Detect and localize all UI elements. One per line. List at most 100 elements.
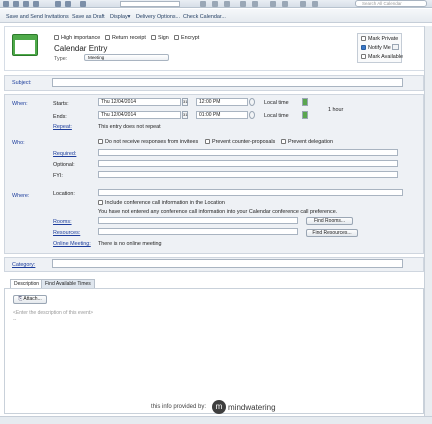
format-icon[interactable] — [240, 1, 246, 7]
category-link[interactable]: Category: — [12, 262, 35, 268]
starts-label: Starts: — [53, 101, 69, 107]
resources-link[interactable]: Resources: — [53, 230, 80, 236]
location-label: Location: — [53, 191, 75, 197]
toolbar-icon[interactable] — [65, 1, 71, 7]
end-time-clock-icon[interactable] — [249, 111, 255, 119]
toolbar-dropdown[interactable] — [120, 1, 180, 7]
page-title: Calendar Entry — [54, 44, 108, 53]
start-date-input[interactable]: Thu 12/04/2014 — [98, 98, 181, 106]
status-bar — [0, 416, 432, 424]
high-importance-checkbox[interactable] — [54, 35, 59, 40]
required-link[interactable]: Required: — [53, 151, 76, 157]
end-time-input[interactable]: 01:00 PM — [196, 111, 248, 119]
no-responses-checkbox[interactable] — [98, 139, 103, 144]
type-select[interactable]: Meeting — [84, 54, 169, 61]
save-draft-button[interactable]: Save as Draft — [72, 14, 105, 20]
where-label: Where: — [12, 193, 30, 199]
indent-icon[interactable] — [312, 1, 318, 7]
sign-checkbox[interactable] — [151, 35, 156, 40]
mark-available-checkbox[interactable] — [361, 54, 366, 59]
ends-label: Ends: — [53, 114, 67, 120]
optional-input[interactable] — [98, 160, 398, 167]
toolbar-icon[interactable] — [23, 1, 29, 7]
rooms-link[interactable]: Rooms: — [53, 219, 72, 225]
tab-description[interactable]: Description — [10, 279, 44, 288]
who-label: Who: — [12, 140, 25, 146]
start-date-picker-icon[interactable]: 31 — [182, 98, 188, 106]
prevent-delegation-label: Prevent delegation — [288, 139, 333, 145]
vertical-scrollbar[interactable] — [424, 26, 432, 416]
footer-brand: mindwatering — [228, 403, 276, 412]
mark-available-label: Mark Available — [368, 54, 403, 60]
repeat-link[interactable]: Repeat: — [53, 124, 72, 130]
end-zone-icon[interactable] — [302, 111, 308, 119]
attach-button[interactable]: ⎘ Attach... — [13, 295, 47, 304]
find-rooms-button[interactable]: Find Rooms... — [306, 217, 353, 225]
encrypt-label: Encrypt — [181, 35, 200, 41]
end-date-input[interactable]: Thu 12/04/2014 — [98, 111, 181, 119]
no-responses-label: Do not receive responses from invitees — [105, 139, 199, 145]
type-label: Type: — [54, 56, 68, 62]
description-dash: -- — [13, 317, 17, 323]
subject-label: Subject: — [12, 80, 32, 86]
fyi-input[interactable] — [98, 171, 398, 178]
return-receipt-checkbox[interactable] — [105, 35, 110, 40]
bold-icon[interactable] — [200, 1, 206, 7]
footer-info: this info provided by: — [151, 404, 207, 410]
when-label: When: — [12, 101, 28, 107]
indent-icon[interactable] — [300, 1, 306, 7]
start-time-input[interactable]: 12:00 PM — [196, 98, 248, 106]
action-bar: Save and Send Invitations Save as Draft … — [0, 9, 432, 23]
conf-note: You have not entered any conference call… — [98, 209, 338, 215]
find-resources-button[interactable]: Find Resources... — [306, 229, 358, 237]
high-importance-label: High importance — [61, 35, 101, 41]
location-input[interactable] — [98, 189, 403, 196]
list-icon[interactable] — [282, 1, 288, 7]
check-calendar-button[interactable]: Check Calendar... — [183, 14, 226, 20]
rooms-input[interactable] — [98, 217, 298, 224]
display-menu[interactable]: Display▾ — [110, 14, 130, 20]
save-send-button[interactable]: Save and Send Invitations — [6, 14, 69, 20]
delivery-options-button[interactable]: Delivery Options... — [136, 14, 180, 20]
encrypt-checkbox[interactable] — [174, 35, 179, 40]
search-input[interactable]: Search All Calendar — [355, 0, 427, 7]
toolbar-icon[interactable] — [3, 1, 9, 7]
online-meeting-link[interactable]: Online Meeting: — [53, 241, 91, 247]
toolbar-icon[interactable] — [55, 1, 61, 7]
top-toolbar: Search All Calendar — [0, 0, 432, 8]
start-zone-icon[interactable] — [302, 98, 308, 106]
italic-icon[interactable] — [212, 1, 218, 7]
toolbar-icon[interactable] — [13, 1, 19, 7]
start-zone: Local time — [264, 100, 289, 106]
toolbar-icon[interactable] — [33, 1, 39, 7]
end-date-picker-icon[interactable]: 31 — [182, 111, 188, 119]
fyi-label: FYI: — [53, 173, 63, 179]
required-input[interactable] — [98, 149, 398, 156]
calendar-entry-icon — [12, 34, 38, 56]
description-placeholder[interactable]: <Enter the description of this event> — [13, 310, 93, 316]
prevent-counter-checkbox[interactable] — [205, 139, 210, 144]
sign-label: Sign — [158, 35, 169, 41]
resources-input[interactable] — [98, 228, 298, 235]
notify-options-button[interactable] — [392, 44, 399, 50]
optional-label: Optional: — [53, 162, 75, 168]
tab-find-available-times[interactable]: Find Available Times — [41, 279, 95, 288]
mindwatering-logo: m — [212, 400, 226, 414]
list-icon[interactable] — [270, 1, 276, 7]
notify-me-checkbox[interactable] — [361, 45, 366, 50]
category-input[interactable] — [52, 259, 403, 268]
toolbar-icon[interactable] — [80, 1, 86, 7]
start-time-clock-icon[interactable] — [249, 98, 255, 106]
prevent-counter-label: Prevent counter-proposals — [212, 139, 276, 145]
underline-icon[interactable] — [224, 1, 230, 7]
end-zone: Local time — [264, 113, 289, 119]
format-icon[interactable] — [252, 1, 258, 7]
subject-input[interactable] — [52, 78, 403, 87]
notify-me-label: Notify Me — [368, 45, 391, 51]
description-area[interactable] — [4, 288, 424, 414]
mark-private-checkbox[interactable] — [361, 36, 366, 41]
repeat-text: This entry does not repeat — [98, 124, 161, 130]
include-conf-checkbox[interactable] — [98, 200, 103, 205]
duration-text: 1 hour — [328, 107, 344, 113]
prevent-delegation-checkbox[interactable] — [281, 139, 286, 144]
